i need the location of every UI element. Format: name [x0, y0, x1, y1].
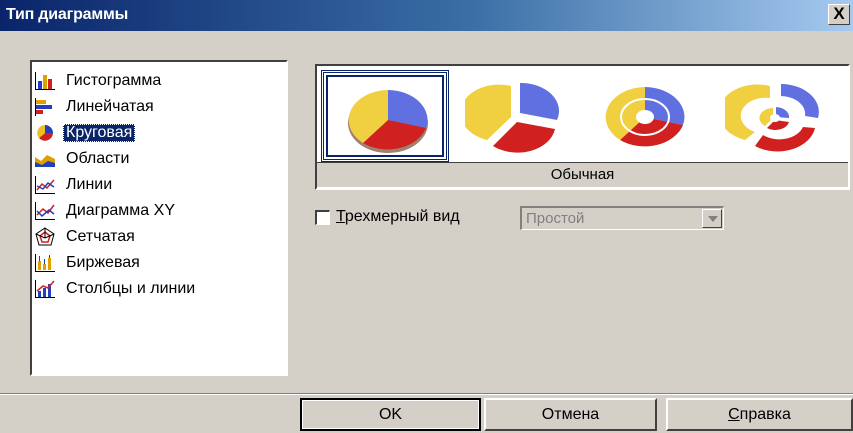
list-item-label: Линии: [66, 176, 113, 193]
donut-exploded-icon: [725, 84, 819, 152]
variant-pie-normal[interactable]: [321, 70, 449, 162]
list-item-label: Линейчатая: [66, 98, 154, 115]
shape-combobox-value: Простой: [526, 210, 585, 227]
three-d-checkbox[interactable]: [315, 209, 330, 225]
list-item-bar[interactable]: Линейчатая: [34, 94, 286, 120]
bar-chart-icon: [35, 98, 52, 116]
list-item-net[interactable]: Сетчатая: [34, 224, 286, 250]
title-bar[interactable]: Тип диаграммы X: [0, 0, 853, 31]
chevron-down-icon: [708, 216, 718, 222]
three-d-option[interactable]: Трехмерный вид: [315, 208, 460, 226]
list-item-label: Столбцы и линии: [66, 280, 196, 297]
three-d-label[interactable]: Трехмерный вид: [336, 208, 460, 226]
variant-caption: Обычная: [317, 162, 848, 187]
chart-type-dialog: Тип диаграммы X Гистограмма Линейчатая К…: [0, 0, 853, 433]
line-chart-icon: [35, 176, 55, 194]
list-item-area[interactable]: Области: [34, 146, 286, 172]
column-line-chart-icon: [35, 280, 55, 298]
list-item-label: Диаграмма XY: [66, 202, 175, 219]
dropdown-button[interactable]: [702, 209, 722, 228]
xy-chart-icon: [35, 202, 55, 220]
column-chart-icon: [35, 72, 55, 90]
list-item-label: Круговая: [63, 124, 136, 142]
ok-button[interactable]: OK: [300, 398, 481, 431]
help-button[interactable]: Справка: [666, 398, 853, 431]
variant-donut[interactable]: [581, 70, 709, 162]
chart-type-list[interactable]: Гистограмма Линейчатая Круговая Области: [30, 60, 288, 376]
list-item-label: Биржевая: [66, 254, 140, 271]
dialog-title: Тип диаграммы: [6, 6, 129, 23]
list-item-stock[interactable]: Биржевая: [34, 250, 286, 276]
chart-variant-gallery: Обычная: [315, 64, 850, 190]
list-item-label: Области: [66, 150, 130, 167]
list-item-label: Гистограмма: [66, 72, 162, 89]
shape-combobox[interactable]: Простой: [520, 206, 724, 230]
list-item-pie[interactable]: Круговая: [34, 120, 286, 146]
variant-pie-exploded[interactable]: [451, 70, 579, 162]
variant-donut-exploded[interactable]: [711, 70, 839, 162]
pie-exploded-icon: [465, 82, 560, 153]
stock-chart-icon: [35, 254, 55, 272]
pie-normal-icon: [348, 90, 428, 153]
list-item-lines[interactable]: Линии: [34, 172, 286, 198]
close-button[interactable]: X: [828, 4, 850, 25]
list-item-xy[interactable]: Диаграмма XY: [34, 198, 286, 224]
list-item-label: Сетчатая: [66, 228, 135, 245]
net-chart-icon: [35, 227, 55, 246]
list-item-column[interactable]: Гистограмма: [34, 68, 286, 94]
donut-icon: [605, 87, 685, 147]
pie-chart-icon: [37, 125, 53, 141]
area-chart-icon: [35, 155, 55, 167]
cancel-button[interactable]: Отмена: [484, 398, 657, 431]
list-item-column-line[interactable]: Столбцы и линии: [34, 276, 286, 302]
divider: [0, 393, 853, 395]
